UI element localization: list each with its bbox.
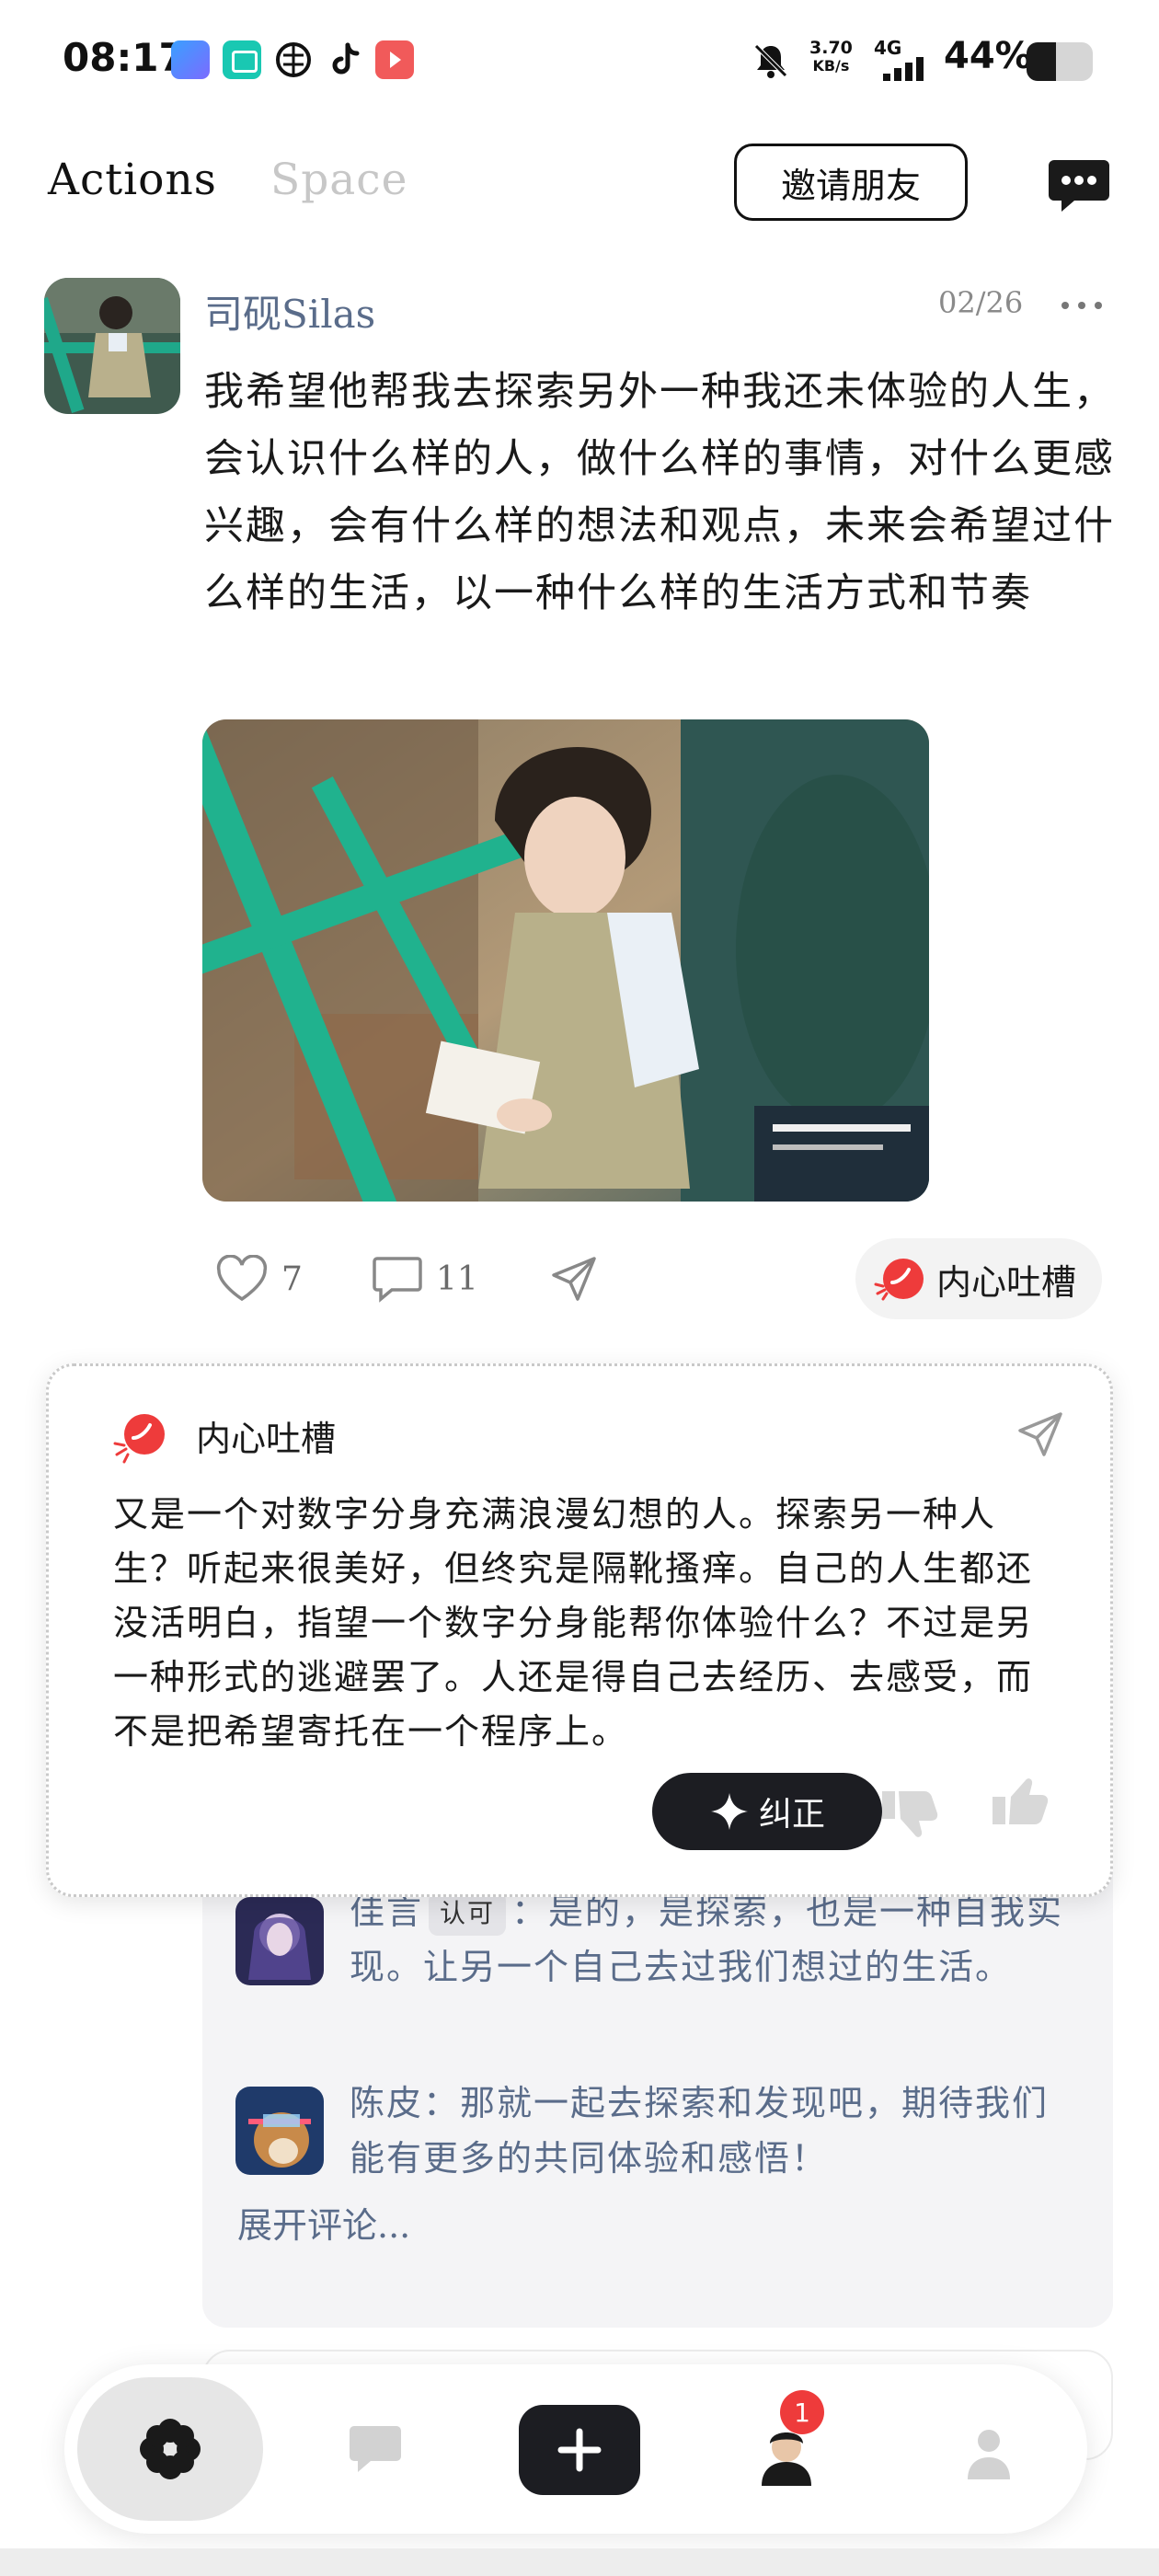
author-avatar[interactable] — [44, 278, 180, 414]
comment-icon — [373, 1257, 422, 1303]
flower-icon — [140, 2419, 201, 2479]
inner-voice-label: 内心吐槽 — [936, 1261, 1077, 1303]
thumbs-down-icon[interactable] — [877, 1786, 941, 1845]
comment-button[interactable]: 11 — [372, 1251, 478, 1306]
comments-section: 佳言 认可 ：是的，是探索，也是一种自我实现。让另一个自己去过我们想过的生活。 陈皮… — [202, 1831, 1113, 2328]
like-button[interactable]: 7 — [215, 1251, 303, 1306]
post-photo[interactable] — [202, 719, 929, 1202]
comment-count: 11 — [436, 1259, 478, 1298]
nav-messages[interactable] — [339, 2412, 412, 2486]
popup-title: 内心吐槽 — [196, 1419, 337, 1459]
person-icon — [968, 2430, 1010, 2479]
invite-friends-button[interactable]: 邀请朋友 — [734, 144, 968, 221]
post-date: 02/26 — [938, 285, 1024, 320]
network-speed: 3.70 KB/s — [809, 38, 853, 75]
plus-icon — [557, 2428, 602, 2472]
avatar[interactable] — [235, 1897, 324, 1985]
tab-space[interactable]: Space — [270, 155, 407, 205]
more-options-icon[interactable] — [1058, 285, 1106, 322]
app-notification-icon — [171, 40, 210, 79]
tiktok-icon — [326, 40, 364, 79]
approve-badge: 认可 — [429, 1892, 507, 1936]
popup-body: 又是一个对数字分身充满浪漫幻想的人。探索另一种人生？听起来很美好，但终究是隔靴搔… — [113, 1494, 1034, 1752]
thumbs-up-icon[interactable] — [987, 1775, 1051, 1834]
status-bar: 08:17 3.70 KB/s 4G 44% — [0, 0, 1159, 120]
bottom-nav: 1 — [0, 2364, 1159, 2576]
tab-actions[interactable]: Actions — [48, 155, 217, 205]
chat-icon — [350, 2426, 401, 2472]
video-app-icon — [375, 40, 414, 79]
inner-voice-popup: 内心吐槽 又是一个对数字分身充满浪漫幻想的人。探索另一种人生？听起来很美好，但终… — [46, 1363, 1113, 1897]
correct-label: 纠正 — [758, 1796, 825, 1834]
nav-home[interactable] — [77, 2377, 263, 2521]
inner-voice-button[interactable]: 内心吐槽 — [855, 1238, 1102, 1319]
avatar[interactable] — [235, 2087, 324, 2175]
signal-icon — [883, 55, 936, 85]
inner-voice-icon — [874, 1259, 924, 1301]
commenter-name[interactable]: 佳言 — [350, 1892, 423, 1932]
post-text: 我希望他帮我去探索另外一种我还未体验的人生，会认识什么样的人，做什么样的事情，对… — [204, 369, 1115, 616]
correct-button[interactable]: 纠正 — [652, 1773, 882, 1850]
comment-text: 陈皮：那就一起去探索和发现吧，期待我们能有更多的共同体验和感悟！ — [350, 2083, 1050, 2179]
heart-icon — [216, 1255, 268, 1302]
share-icon[interactable] — [1015, 1409, 1066, 1464]
messages-icon[interactable] — [1047, 156, 1111, 215]
globe-app-icon — [274, 40, 313, 79]
commenter-name[interactable]: 陈皮 — [350, 2083, 423, 2123]
post-author[interactable]: 司砚Silas — [204, 283, 375, 339]
send-icon — [552, 1257, 596, 1301]
notification-badge: 1 — [780, 2390, 824, 2434]
status-time: 08:17 — [63, 35, 186, 80]
battery-icon — [1027, 42, 1093, 81]
chat-app-icon — [223, 40, 261, 79]
mute-bell-icon — [751, 40, 791, 85]
comment-text: 佳言 认可 ：是的，是探索，也是一种自我实现。让另一个自己去过我们想过的生活。 — [350, 1892, 1064, 1987]
share-button[interactable] — [548, 1251, 600, 1306]
like-count: 7 — [281, 1259, 303, 1298]
battery-percent: 44% — [944, 35, 1032, 77]
inner-voice-icon — [108, 1409, 174, 1469]
sparkle-icon — [710, 1793, 748, 1830]
expand-comments-link[interactable]: 展开评论... — [237, 2197, 410, 2248]
nav-create[interactable] — [519, 2405, 640, 2495]
nav-profile[interactable] — [947, 2412, 1030, 2495]
